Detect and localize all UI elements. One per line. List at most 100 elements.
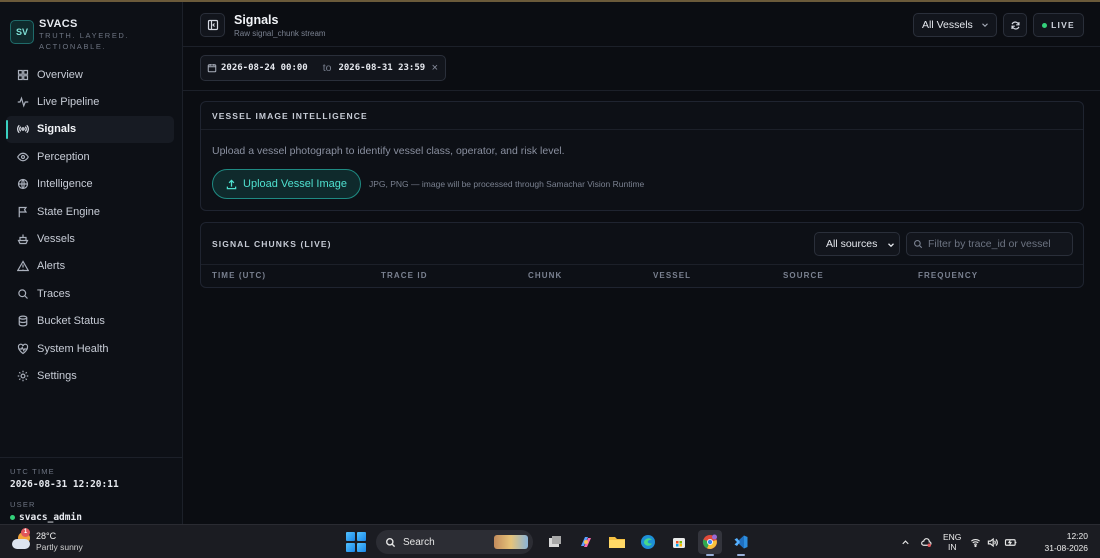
column-header-chunk[interactable]: CHUNK [528, 271, 562, 280]
file-explorer-icon[interactable] [605, 530, 629, 554]
partly-sunny-icon: 1 [12, 527, 32, 552]
page-header: Signals Raw signal_chunk stream All Vess… [183, 2, 1100, 47]
database-icon [16, 314, 30, 328]
pulse-icon [16, 95, 30, 109]
sidebar-item-system-health[interactable]: System Health [6, 335, 174, 362]
sidebar-item-alerts[interactable]: Alerts [6, 253, 174, 280]
brand-logo: SV [10, 20, 34, 44]
sidebar-item-label: State Engine [37, 205, 100, 218]
system-clock[interactable]: 12:20 31-08-2026 [1040, 530, 1088, 554]
volume-icon[interactable] [987, 537, 999, 548]
edge-browser-icon[interactable] [636, 530, 660, 554]
column-header-trace-id[interactable]: TRACE ID [381, 271, 428, 280]
sidebar: SV SVACS TRUTH. LAYERED. ACTIONABLE. Ove… [0, 2, 183, 524]
copilot-icon[interactable] [574, 530, 598, 554]
system-tray: ENG IN [900, 530, 1018, 554]
task-view-icon[interactable] [543, 530, 567, 554]
taskbar-apps: Search [346, 528, 756, 556]
sidebar-item-traces[interactable]: Traces [6, 280, 174, 307]
column-header-time[interactable]: TIME (UTC) [212, 271, 266, 280]
notification-badge: 1 [21, 527, 30, 537]
date-range-picker[interactable]: 2026-08-24 00:00 to 2026-08-31 23:59 × [200, 55, 446, 81]
gear-icon [16, 369, 30, 383]
sidebar-item-settings[interactable]: Settings [6, 362, 174, 389]
date-end[interactable]: 2026-08-31 23:59 [338, 63, 425, 73]
chevron-down-icon [982, 23, 988, 28]
globe-icon [16, 177, 30, 191]
upload-icon [226, 178, 237, 189]
search-icon [16, 287, 30, 301]
clear-date-button[interactable]: × [432, 62, 438, 74]
warning-icon [16, 259, 30, 273]
wifi-icon[interactable] [970, 537, 981, 548]
sidebar-item-intelligence[interactable]: Intelligence [6, 171, 174, 198]
sidebar-item-perception[interactable]: Perception [6, 143, 174, 170]
user-value: svacs_admin [10, 512, 172, 523]
vscode-icon[interactable] [729, 530, 753, 556]
sidebar-item-overview[interactable]: Overview [6, 61, 174, 88]
brand-tagline-2: ACTIONABLE. [39, 42, 107, 51]
windows-start-icon[interactable] [346, 532, 366, 552]
sidebar-item-bucket-status[interactable]: Bucket Status [6, 308, 174, 335]
heart-pulse-icon [16, 342, 30, 356]
card-description: Upload a vessel photograph to identify v… [212, 145, 565, 157]
source-filter-select[interactable]: All sources [814, 232, 900, 256]
trace-filter-field[interactable] [906, 232, 1073, 256]
sidebar-item-label: Traces [37, 287, 71, 300]
refresh-icon [1010, 20, 1020, 30]
sidebar-item-label: Vessels [37, 233, 75, 246]
taskbar-search-label: Search [403, 536, 435, 548]
sidebar-item-signals[interactable]: Signals [6, 115, 174, 144]
sidebar-item-state-engine[interactable]: State Engine [6, 198, 174, 225]
sidebar-item-vessels[interactable]: Vessels [6, 225, 174, 252]
calendar-icon [207, 63, 217, 73]
sidebar-item-label: Live Pipeline [37, 96, 100, 109]
sidebar-item-label: Alerts [37, 260, 66, 273]
vessel-image-intelligence-card: VESSEL IMAGE INTELLIGENCE Upload a vesse… [200, 101, 1084, 211]
online-status-dot [10, 515, 15, 520]
page-title: Signals [234, 13, 279, 27]
vessel-filter-value: All Vessels [922, 19, 973, 31]
region-code: IN [947, 542, 957, 552]
search-icon [386, 537, 396, 547]
column-header-source[interactable]: SOURCE [783, 271, 824, 280]
live-dot [1042, 22, 1048, 28]
windows-taskbar: 1 28°C Partly sunny Search ENG IN 12:20 … [0, 524, 1100, 558]
chrome-browser-icon[interactable] [697, 530, 722, 556]
sidebar-item-label: Signals [37, 123, 77, 136]
utc-time-label: UTC TIME [10, 467, 55, 476]
card-heading: VESSEL IMAGE INTELLIGENCE [201, 102, 1083, 130]
sidebar-item-label: Perception [37, 150, 90, 163]
sidebar-item-label: System Health [37, 342, 109, 355]
sidebar-item-live-pipeline[interactable]: Live Pipeline [6, 88, 174, 115]
username: svacs_admin [19, 512, 82, 523]
weather-temperature: 28°C [36, 531, 57, 541]
language-indicator[interactable]: ENG IN [943, 532, 961, 552]
store-icon[interactable] [667, 530, 691, 554]
source-filter-value: All sources [826, 238, 878, 250]
brand-tagline-1: TRUTH. LAYERED. [39, 31, 130, 40]
sidebar-item-label: Intelligence [37, 178, 93, 191]
column-header-frequency[interactable]: FREQUENCY [918, 271, 978, 280]
sidebar-footer: UTC TIME 2026-08-31 12:20:11 USER svacs_… [0, 457, 182, 523]
sidebar-item-label: Settings [37, 369, 77, 382]
battery-charging-icon[interactable] [1004, 537, 1018, 548]
refresh-button[interactable] [1003, 13, 1027, 37]
chevron-up-icon[interactable] [900, 537, 911, 548]
weather-widget[interactable]: 1 28°C Partly sunny [12, 527, 83, 552]
column-header-vessel[interactable]: VESSEL [653, 271, 691, 280]
brand[interactable]: SV SVACS TRUTH. LAYERED. ACTIONABLE. [10, 18, 129, 52]
sidebar-item-label: Bucket Status [37, 315, 105, 328]
utc-time-value: 2026-08-31 12:20:11 [10, 479, 119, 490]
search-icon [914, 240, 923, 249]
date-filter-bar: 2026-08-24 00:00 to 2026-08-31 23:59 × [183, 47, 1100, 91]
vessel-filter-select[interactable]: All Vessels [913, 13, 997, 37]
trace-filter-input[interactable] [928, 238, 1068, 250]
date-start[interactable]: 2026-08-24 00:00 [221, 63, 308, 73]
flag-icon [16, 205, 30, 219]
upload-vessel-image-button[interactable]: Upload Vessel Image [212, 169, 361, 199]
cloud-alert-icon[interactable] [921, 537, 932, 548]
taskbar-search[interactable]: Search [376, 530, 533, 554]
search-highlight-art [494, 535, 528, 549]
sidebar-toggle-button[interactable] [200, 13, 225, 37]
